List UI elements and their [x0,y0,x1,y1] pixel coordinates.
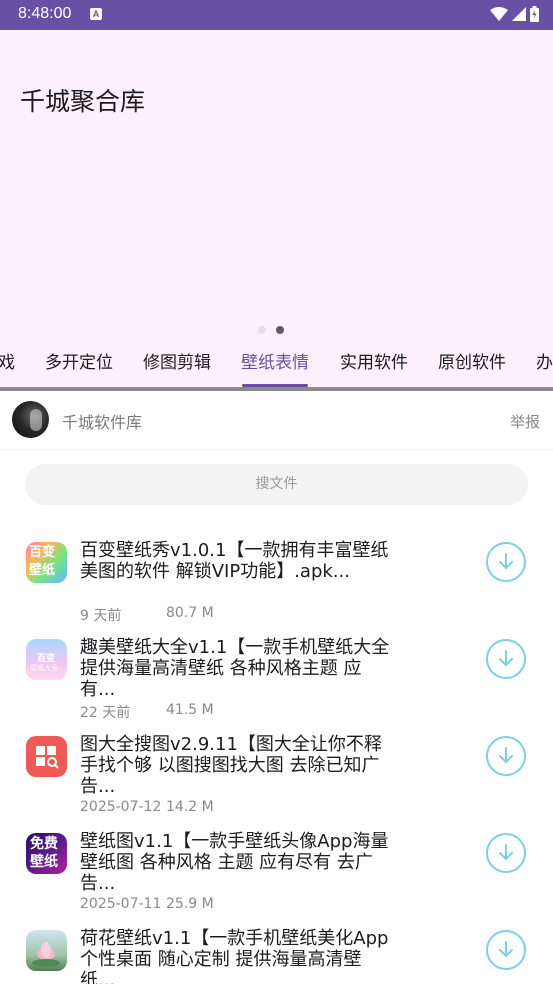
file-date: 2025-07-12 [80,799,162,815]
file-size: 25.9 M [166,896,214,912]
file-title: 荷花壁纸v1.1【一款手机壁纸美化App 个性桌面 随心定制 提供海量高清壁纸.… [80,928,389,984]
list-item[interactable]: 荷花壁纸v1.1【一款手机壁纸美化App 个性桌面 随心定制 提供海量高清壁纸.… [0,920,553,984]
report-button[interactable]: 举报 [510,411,540,432]
icon-text-bottom: 壁纸 [30,854,58,870]
carousel-indicator [258,326,284,334]
category-tabs: 戏 多开定位 修图剪辑 壁纸表情 实用软件 原创软件 办 [0,336,553,388]
notification-a-icon: A [90,8,102,20]
file-size: 80.7 M [166,605,214,621]
tudaquan-icon [26,736,67,777]
file-date: 22 天前 [80,705,131,721]
download-icon [499,941,513,957]
tab-games[interactable]: 戏 [0,348,15,373]
tab-original[interactable]: 原创软件 [438,348,506,373]
author-row: 千城软件库 举报 [0,391,553,450]
tab-multi-location[interactable]: 多开定位 [45,348,113,373]
tab-wallpaper[interactable]: 壁纸表情 [241,348,309,373]
file-meta: 2025-07-12 14.2 M [80,799,214,815]
icon-text-bottom: 壁纸大全 [30,664,58,672]
author-name[interactable]: 千城软件库 [62,409,142,433]
download-button[interactable] [486,736,526,776]
file-list-panel: 千城软件库 举报 搜文件 百变 壁纸 百变壁纸秀v1.0.1【一款拥有丰富壁纸美… [0,391,553,984]
avatar[interactable] [12,401,49,438]
download-button[interactable] [486,639,526,679]
file-size: 41.5 M [166,702,214,718]
download-icon [499,844,513,860]
battery-icon [530,6,539,22]
list-item[interactable]: 百变 壁纸 百变壁纸秀v1.0.1【一款拥有丰富壁纸美图的软件 解锁VIP功能】… [0,532,553,629]
tab-photo-edit[interactable]: 修图剪辑 [143,348,211,373]
tab-office[interactable]: 办 [536,348,553,373]
wifi-icon [490,7,508,21]
download-button[interactable] [486,833,526,873]
icon-text-top: 免费 [30,836,58,852]
tab-utility[interactable]: 实用软件 [340,348,408,373]
file-meta: 22 天前 41.5 M [80,702,214,722]
file-size: 14.2 M [166,799,214,815]
icon-text-top: 百变 [29,545,56,560]
file-title: 百变壁纸秀v1.0.1【一款拥有丰富壁纸美图的软件 解锁VIP功能】.apk..… [80,540,389,582]
file-title: 趣美壁纸大全v1.1【一款手机壁纸大全 提供海量高清壁纸 各种风格主题 应有..… [80,637,390,700]
file-title: 图大全搜图v2.9.11【图大全让你不释手找个够 以图搜图找大图 去除已知广告.… [80,734,382,797]
download-icon [499,650,513,666]
baibian-icon: 百变 壁纸 [26,542,67,583]
download-button[interactable] [486,542,526,582]
file-date: 2025-07-11 [80,896,162,912]
carousel-dot-active[interactable] [276,326,284,334]
list-item[interactable]: 图大全搜图v2.9.11【图大全让你不释手找个够 以图搜图找大图 去除已知广告.… [0,726,553,823]
status-bar: 8:48:00 A [0,0,553,30]
file-meta: 2025-07-11 25.9 M [80,896,214,912]
file-meta: 9 天前 80.7 M [80,605,214,625]
list-item[interactable]: 百变 壁纸大全 趣美壁纸大全v1.1【一款手机壁纸大全 提供海量高清壁纸 各种风… [0,629,553,726]
lotus-flower-icon [32,942,60,967]
status-time: 8:48:00 [18,5,72,22]
gallery-grid-icon [36,746,59,769]
file-date: 9 天前 [80,608,122,624]
app-title: 千城聚合库 [20,87,146,116]
icon-text-bottom: 壁纸 [29,563,56,578]
hehua-icon [26,930,67,971]
bizhitu-icon: 免费 壁纸 [26,833,67,874]
file-title: 壁纸图v1.1【一款手壁纸头像App海量壁纸图 各种风格 主题 应有尽有 去广告… [80,831,389,894]
signal-icon [512,7,526,21]
carousel-dot[interactable] [258,326,266,334]
list-item[interactable]: 免费 壁纸 壁纸图v1.1【一款手壁纸头像App海量壁纸图 各种风格 主题 应有… [0,823,553,920]
search-input[interactable]: 搜文件 [25,464,528,505]
download-icon [499,553,513,569]
download-button[interactable] [486,930,526,970]
download-icon [499,747,513,763]
banner-area: 千城聚合库 [0,30,553,336]
qumei-icon: 百变 壁纸大全 [26,639,67,680]
